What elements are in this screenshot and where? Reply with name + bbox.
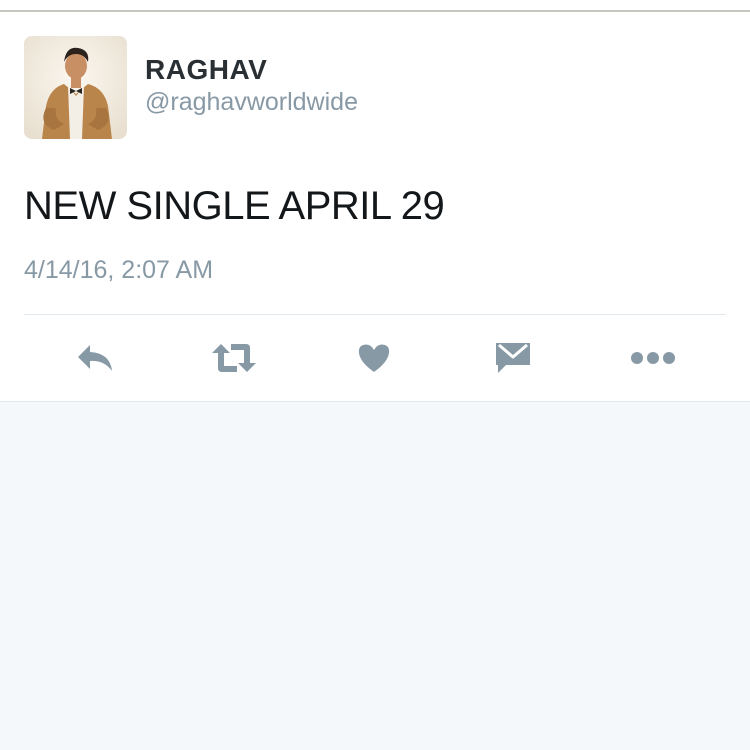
- page: RAGHAV @raghavworldwide NEW SINGLE APRIL…: [0, 0, 750, 750]
- reply-button[interactable]: [71, 336, 119, 380]
- tweet-card: RAGHAV @raghavworldwide NEW SINGLE APRIL…: [0, 0, 750, 402]
- tweet-text: NEW SINGLE APRIL 29: [24, 184, 445, 228]
- timestamp: 4/14/16, 2:07 AM: [24, 256, 214, 284]
- direct-message-button[interactable]: [489, 336, 537, 380]
- avatar[interactable]: [24, 36, 127, 139]
- envelope-icon: [496, 343, 530, 373]
- retweet-icon: [212, 344, 256, 372]
- action-divider: [24, 314, 726, 315]
- retweet-button[interactable]: [210, 336, 258, 380]
- avatar-image: [24, 36, 127, 139]
- more-button[interactable]: [629, 336, 677, 380]
- handle[interactable]: @raghavworldwide: [145, 88, 358, 117]
- display-name[interactable]: RAGHAV: [145, 54, 267, 86]
- more-icon: [631, 352, 675, 364]
- like-button[interactable]: [350, 336, 398, 380]
- top-divider: [0, 10, 750, 12]
- heart-icon: [358, 344, 390, 372]
- reply-icon: [78, 345, 112, 371]
